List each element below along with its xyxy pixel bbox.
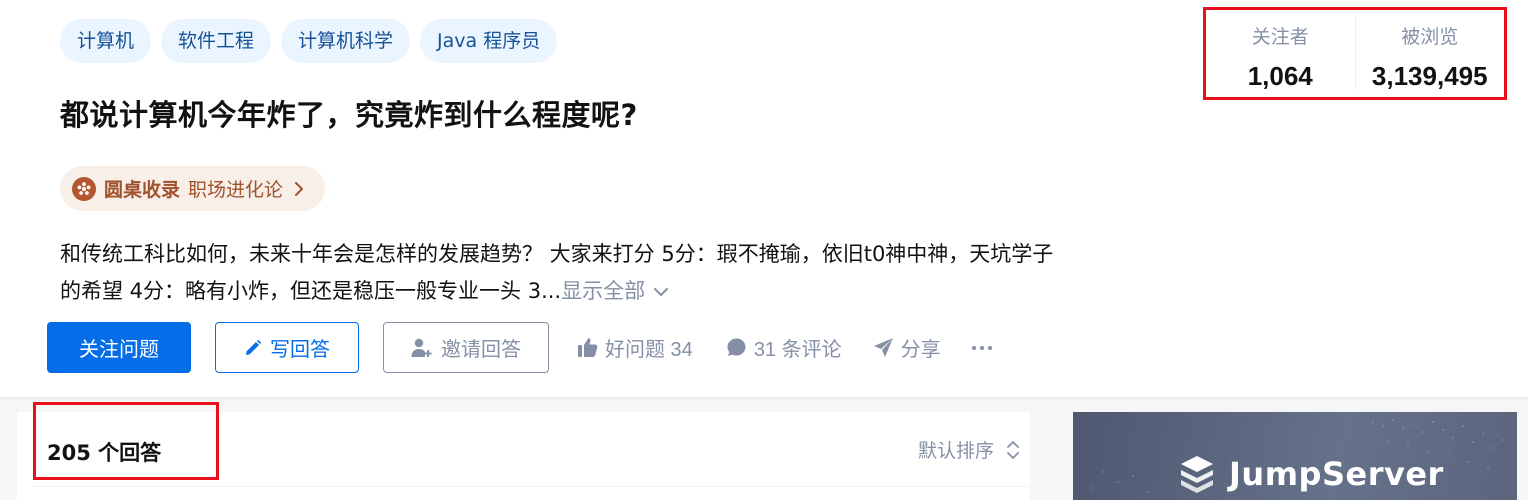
question-header: 计算机 软件工程 计算机科学 Java 程序员 都说计算机今年炸了，究竟炸到什么… — [0, 0, 1528, 397]
invite-label: 邀请回答 — [441, 339, 521, 361]
question-stats: 关注者 1,064 被浏览 3,139,495 — [1203, 7, 1507, 100]
thumbs-up-icon — [578, 338, 598, 357]
question-title[interactable]: 都说计算机今年炸了，究竟炸到什么程度呢? — [60, 92, 638, 134]
roundtable-icon — [72, 176, 96, 201]
topic-list: 计算机 软件工程 计算机科学 Java 程序员 — [60, 19, 558, 63]
good-question-label: 好问题 34 — [605, 339, 693, 361]
share-label: 分享 — [900, 339, 941, 361]
topic-tag[interactable]: Java 程序员 — [420, 19, 558, 63]
topic-tag[interactable]: 计算机科学 — [281, 19, 411, 63]
comments-button[interactable]: 31 条评论 — [726, 333, 842, 362]
followers-label: 关注者 — [1251, 26, 1309, 48]
show-all-label: 显示全部 — [561, 279, 646, 303]
ad-banner[interactable]: JumpServer — [1073, 412, 1517, 500]
jumpserver-logo: JumpServer — [1175, 452, 1444, 496]
write-answer-button[interactable]: 写回答 — [215, 322, 359, 373]
topic-tag[interactable]: 计算机 — [60, 19, 152, 63]
views-count: 3,139,495 — [1371, 61, 1488, 91]
question-description: 和传统工科比如何，未来十年会是怎样的发展趋势？ 大家来打分 5分：瑕不掩瑜，依旧… — [60, 236, 1060, 310]
add-user-icon — [411, 338, 432, 357]
good-question-button[interactable]: 好问题 34 — [577, 333, 693, 362]
description-text: 和传统工科比如何，未来十年会是怎样的发展趋势？ 大家来打分 5分：瑕不掩瑜，依旧… — [60, 242, 1054, 303]
follow-label: 关注问题 — [79, 339, 159, 361]
pencil-icon — [246, 339, 262, 355]
divider — [32, 486, 1030, 487]
followers-stat[interactable]: 关注者 1,064 — [1206, 10, 1355, 97]
views-label: 被浏览 — [1401, 26, 1459, 48]
views-stat: 被浏览 3,139,495 — [1354, 18, 1505, 91]
answers-highlight-box — [33, 402, 219, 480]
comments-label: 31 条评论 — [753, 339, 842, 361]
invite-answer-button[interactable]: 邀请回答 — [383, 322, 549, 373]
sort-label: 默认排序 — [917, 440, 994, 462]
show-all-link[interactable]: 显示全部 — [561, 279, 669, 303]
roundtable-badge[interactable]: 圆桌收录 职场进化论 — [60, 166, 326, 211]
roundtable-label: 圆桌收录 — [104, 179, 181, 201]
question-actions: 关注问题 写回答 邀请回答 好问题 34 31 条评论 分享 — [47, 322, 998, 373]
sort-chevron-icon — [1007, 440, 1019, 459]
chevron-right-icon — [291, 181, 307, 197]
stack-logo-icon — [1181, 456, 1213, 493]
paper-plane-icon — [873, 338, 893, 357]
share-button[interactable]: 分享 — [873, 333, 941, 362]
follow-question-button[interactable]: 关注问题 — [47, 322, 191, 373]
more-icon[interactable] — [971, 345, 998, 350]
followers-count: 1,064 — [1247, 61, 1313, 91]
chevron-down-icon — [654, 288, 669, 296]
ad-brand-name: JumpServer — [1229, 455, 1444, 493]
write-answer-label: 写回答 — [270, 339, 330, 361]
comment-icon — [727, 338, 746, 356]
roundtable-name: 职场进化论 — [188, 179, 284, 201]
topic-tag[interactable]: 软件工程 — [161, 19, 272, 63]
sort-dropdown[interactable]: 默认排序 — [918, 436, 1020, 463]
